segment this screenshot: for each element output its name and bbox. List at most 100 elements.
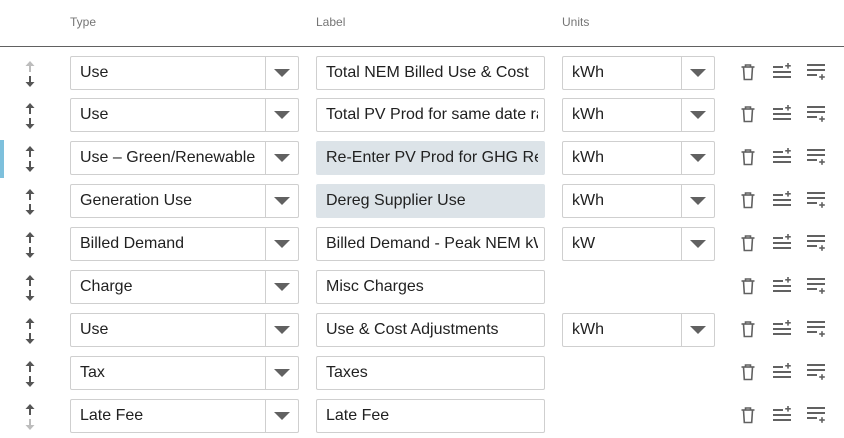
label-input[interactable]: Misc Charges <box>316 270 545 304</box>
units-select[interactable]: kW <box>562 227 715 261</box>
insert-row-above-icon[interactable] <box>772 319 792 339</box>
label-input[interactable]: Use & Cost Adjustments <box>316 313 545 347</box>
insert-row-below-icon[interactable] <box>806 276 826 296</box>
trash-icon[interactable] <box>738 233 758 253</box>
table-row: Use Total PV Prod for same date range kWh <box>0 98 844 134</box>
type-select[interactable]: Tax <box>70 356 299 390</box>
type-select[interactable]: Use <box>70 56 299 90</box>
insert-row-below-icon[interactable] <box>806 190 826 210</box>
type-select-value: Charge <box>80 278 133 295</box>
insert-row-above-icon[interactable] <box>772 233 792 253</box>
move-up-down-icon[interactable] <box>22 358 38 390</box>
units-select-value: kW <box>572 235 596 252</box>
type-select[interactable]: Late Fee <box>70 399 299 433</box>
insert-row-below-icon[interactable] <box>806 233 826 253</box>
label-input-value: Total NEM Billed Use & Cost <box>326 64 529 81</box>
units-select[interactable]: kWh <box>562 56 715 90</box>
insert-row-above-icon[interactable] <box>772 405 792 425</box>
move-up-down-icon[interactable] <box>22 272 38 304</box>
chevron-down-icon[interactable] <box>265 57 298 89</box>
units-select[interactable]: kWh <box>562 141 715 175</box>
label-input-value: Misc Charges <box>326 278 424 295</box>
chevron-down-icon[interactable] <box>265 314 298 346</box>
type-select[interactable]: Billed Demand <box>70 227 299 261</box>
table-row: Billed Demand Billed Demand - Peak NEM kW… <box>0 227 844 263</box>
move-up-down-icon[interactable] <box>22 58 38 90</box>
insert-row-below-icon[interactable] <box>806 362 826 382</box>
move-up-down-icon[interactable] <box>22 143 38 175</box>
units-column-header: Units <box>562 15 590 29</box>
type-select-value: Billed Demand <box>80 235 185 252</box>
label-input-value: Late Fee <box>326 407 390 424</box>
table-row: Charge Misc Charges <box>0 270 844 306</box>
insert-row-below-icon[interactable] <box>806 147 826 167</box>
chevron-down-icon[interactable] <box>265 99 298 131</box>
trash-icon[interactable] <box>738 190 758 210</box>
insert-row-above-icon[interactable] <box>772 190 792 210</box>
units-select[interactable]: kWh <box>562 98 715 132</box>
label-input[interactable]: Dereg Supplier Use <box>316 184 545 218</box>
insert-row-below-icon[interactable] <box>806 62 826 82</box>
units-select[interactable]: kWh <box>562 313 715 347</box>
trash-icon[interactable] <box>738 405 758 425</box>
trash-icon[interactable] <box>738 104 758 124</box>
type-select[interactable]: Use – Green/Renewable <box>70 141 299 175</box>
type-select[interactable]: Use <box>70 98 299 132</box>
label-input[interactable]: Billed Demand - Peak NEM kW <box>316 227 545 261</box>
trash-icon[interactable] <box>738 147 758 167</box>
table-row: Late Fee Late Fee <box>0 399 844 435</box>
units-select-value: kWh <box>572 64 604 81</box>
chevron-down-icon[interactable] <box>681 99 714 131</box>
chevron-down-icon[interactable] <box>265 142 298 174</box>
type-column-header: Type <box>70 15 97 29</box>
type-select[interactable]: Use <box>70 313 299 347</box>
chevron-down-icon[interactable] <box>681 314 714 346</box>
insert-row-above-icon[interactable] <box>772 104 792 124</box>
chevron-down-icon[interactable] <box>681 185 714 217</box>
chevron-down-icon[interactable] <box>265 400 298 432</box>
move-up-down-icon[interactable] <box>22 186 38 218</box>
insert-row-above-icon[interactable] <box>772 362 792 382</box>
label-input[interactable]: Total NEM Billed Use & Cost <box>316 56 545 90</box>
units-select[interactable]: kWh <box>562 184 715 218</box>
move-up-down-icon[interactable] <box>22 229 38 261</box>
trash-icon[interactable] <box>738 362 758 382</box>
label-input-value: Taxes <box>326 364 368 381</box>
type-select[interactable]: Generation Use <box>70 184 299 218</box>
type-select-value: Use <box>80 321 109 338</box>
insert-row-above-icon[interactable] <box>772 147 792 167</box>
type-select-value: Late Fee <box>80 407 144 424</box>
trash-icon[interactable] <box>738 276 758 296</box>
move-up-down-icon[interactable] <box>22 401 38 433</box>
type-select-value: Use <box>80 106 109 123</box>
chevron-down-icon[interactable] <box>265 357 298 389</box>
units-select-value: kWh <box>572 149 604 166</box>
label-input[interactable]: Late Fee <box>316 399 545 433</box>
type-select-value: Tax <box>80 364 105 381</box>
units-select-value: kWh <box>572 106 604 123</box>
chevron-down-icon[interactable] <box>265 228 298 260</box>
trash-icon[interactable] <box>738 62 758 82</box>
label-input[interactable]: Re-Enter PV Prod for GHG Report <box>316 141 545 175</box>
insert-row-below-icon[interactable] <box>806 405 826 425</box>
table-row: Use Total NEM Billed Use & Cost kWh <box>0 56 844 92</box>
chevron-down-icon[interactable] <box>681 142 714 174</box>
chevron-down-icon[interactable] <box>265 185 298 217</box>
chevron-down-icon[interactable] <box>681 57 714 89</box>
trash-icon[interactable] <box>738 319 758 339</box>
type-select-value: Use – Green/Renewable <box>80 149 256 166</box>
chevron-down-icon[interactable] <box>681 228 714 260</box>
chevron-down-icon[interactable] <box>265 271 298 303</box>
move-up-down-icon[interactable] <box>22 315 38 347</box>
insert-row-above-icon[interactable] <box>772 276 792 296</box>
type-select[interactable]: Charge <box>70 270 299 304</box>
label-input[interactable]: Total PV Prod for same date range <box>316 98 545 132</box>
label-column-header: Label <box>316 15 346 29</box>
label-input-value: Use & Cost Adjustments <box>326 321 499 338</box>
move-up-down-icon[interactable] <box>22 100 38 132</box>
insert-row-above-icon[interactable] <box>772 62 792 82</box>
label-input[interactable]: Taxes <box>316 356 545 390</box>
insert-row-below-icon[interactable] <box>806 104 826 124</box>
type-select-value: Generation Use <box>80 192 193 209</box>
insert-row-below-icon[interactable] <box>806 319 826 339</box>
